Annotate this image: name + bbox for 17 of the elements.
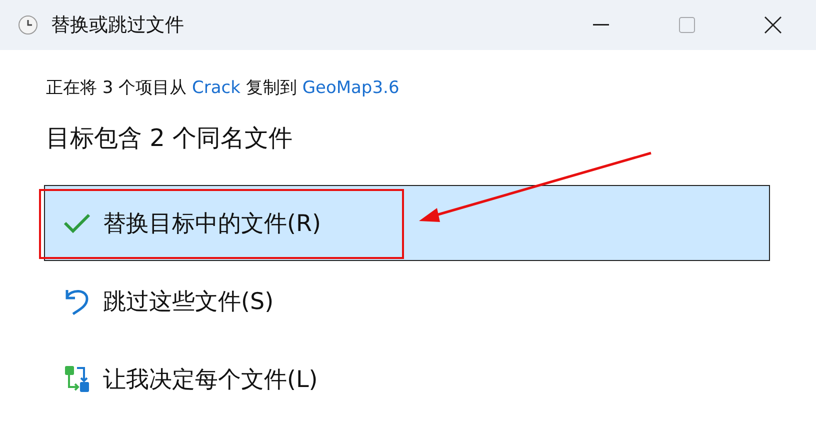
- option-item[interactable]: 让我决定每个文件(L): [44, 341, 770, 417]
- destination-folder-link[interactable]: GeoMap3.6: [302, 78, 400, 98]
- swap-files-icon: [63, 364, 91, 394]
- option-label: 跳过这些文件(S): [103, 288, 274, 316]
- minimize-icon: [593, 24, 609, 26]
- checkmark-icon: [63, 212, 91, 234]
- window-title: 替换或跳过文件: [51, 13, 185, 38]
- source-folder-link[interactable]: Crack: [192, 78, 240, 98]
- clock-icon: [18, 15, 38, 35]
- option-label: 替换目标中的文件(R): [103, 210, 321, 238]
- option-item[interactable]: 替换目标中的文件(R): [44, 185, 770, 261]
- copy-status-text: 正在将 3 个项目从 Crack 复制到 GeoMap3.6: [46, 77, 400, 100]
- option-item[interactable]: 跳过这些文件(S): [44, 263, 770, 339]
- conflict-heading: 目标包含 2 个同名文件: [46, 123, 294, 153]
- option-label: 让我决定每个文件(L): [103, 366, 318, 394]
- maximize-icon: [679, 17, 695, 33]
- close-icon: [764, 16, 782, 34]
